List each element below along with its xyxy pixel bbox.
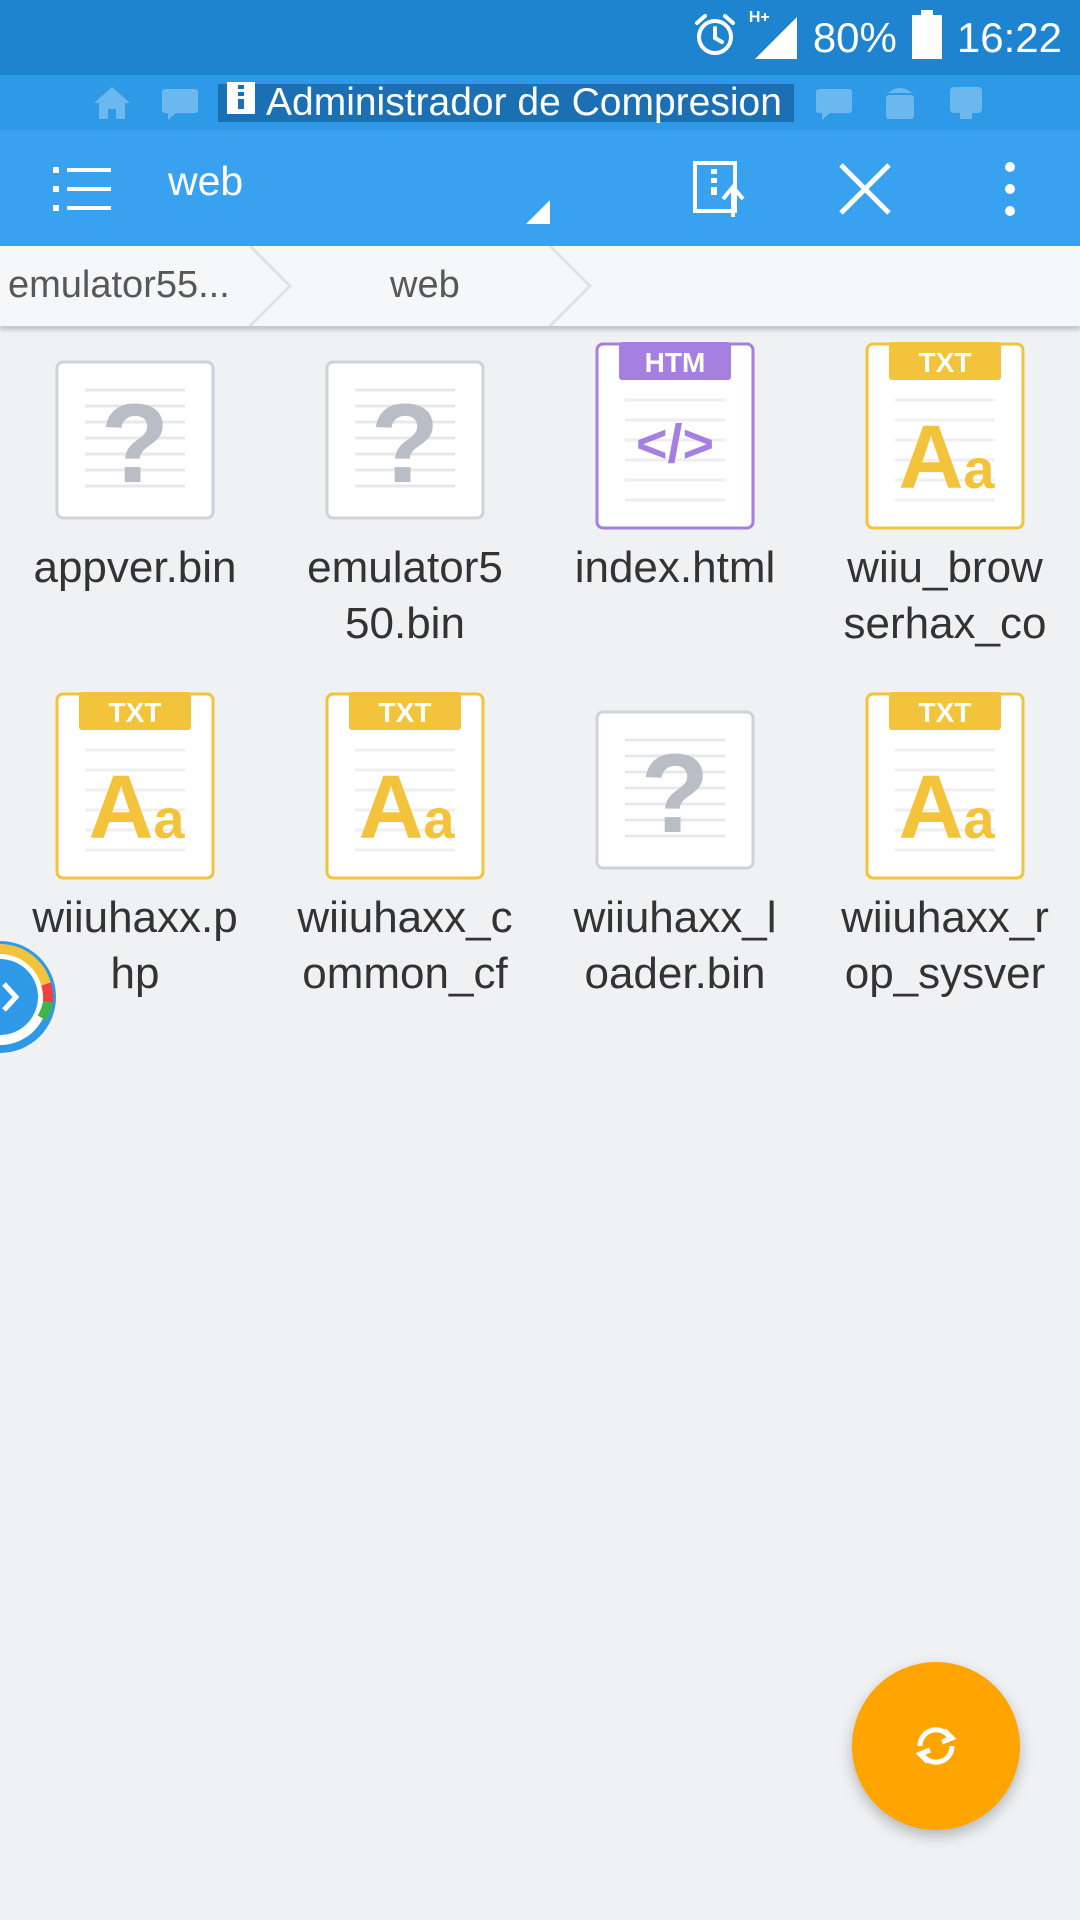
file-item[interactable]: TXT Aa wiiu_brow serhax_co: [810, 340, 1080, 670]
html-file-icon: HTM </>: [595, 340, 755, 530]
file-name-line-1: emulator5: [307, 543, 503, 592]
file-name-line-2: op_sysver: [844, 949, 1046, 998]
svg-text:a: a: [963, 787, 995, 850]
floating-widget[interactable]: [0, 932, 60, 1062]
status-icons: H+ 80% 16:22: [691, 0, 1062, 75]
tab-compression-manager[interactable]: Administrador de Compresion: [218, 81, 794, 125]
breadcrumb-chevron-icon: [248, 246, 293, 326]
zip-file-icon: [226, 81, 256, 125]
sd-card-tab-icon-2[interactable]: [814, 85, 854, 121]
file-name: index.html: [540, 540, 810, 596]
sd-card-tab-icon[interactable]: [160, 85, 200, 121]
extract-icon[interactable]: [684, 154, 754, 224]
file-name-line-1: wiiu_brow: [847, 543, 1043, 592]
svg-text:A: A: [899, 408, 964, 508]
network-type: H+: [748, 8, 770, 26]
unknown-file-icon: ?: [595, 690, 755, 880]
file-name-line-2: oader.bin: [584, 949, 766, 998]
file-name: wiiuhaxx_l oader.bin: [540, 890, 810, 1002]
unknown-file-icon: ?: [325, 340, 485, 530]
svg-text:a: a: [963, 437, 995, 500]
home-icon[interactable]: [92, 85, 132, 121]
text-file-icon: TXT Aa: [865, 340, 1025, 530]
signal-icon: H+: [749, 9, 799, 61]
text-file-icon: TXT Aa: [325, 690, 485, 880]
svg-text:TXT: TXT: [919, 347, 972, 378]
file-item[interactable]: TXT Aa wiiuhaxx_r op_sysver: [810, 690, 1080, 1020]
svg-text:?: ?: [371, 381, 439, 506]
battery-percent: 80%: [812, 13, 897, 61]
svg-text:a: a: [423, 787, 455, 850]
svg-text:?: ?: [641, 731, 709, 856]
file-name-line-1: wiiuhaxx_l: [573, 893, 777, 942]
file-item[interactable]: TXT Aa wiiuhaxx_c ommon_cf: [270, 690, 540, 1020]
network-tab-icon[interactable]: [946, 85, 986, 121]
svg-text:TXT: TXT: [109, 697, 162, 728]
text-file-icon: TXT Aa: [865, 690, 1025, 880]
close-icon[interactable]: [830, 154, 900, 224]
breadcrumb-item-emulator[interactable]: emulator55...: [8, 264, 230, 307]
window-tab-strip: Administrador de Compresion: [0, 75, 1080, 130]
alarm-icon: [691, 11, 739, 64]
file-item[interactable]: ? wiiuhaxx_l oader.bin: [540, 690, 810, 1020]
toolbar: web: [0, 130, 1080, 246]
file-item[interactable]: HTM </> index.html: [540, 340, 810, 670]
file-name-line-1: wiiuhaxx_c: [297, 893, 513, 942]
file-name-line-2: serhax_co: [843, 599, 1047, 648]
file-name-line-1: wiiuhaxx_r: [841, 893, 1049, 942]
svg-text:TXT: TXT: [919, 697, 972, 728]
refresh-fab[interactable]: [852, 1662, 1020, 1830]
svg-text:</>: </>: [636, 414, 714, 474]
unknown-file-icon: ?: [55, 340, 215, 530]
battery-icon: [911, 10, 943, 65]
more-options-icon[interactable]: [990, 154, 1030, 224]
svg-text:A: A: [89, 758, 154, 858]
status-bar: H+ 80% 16:22: [0, 0, 1080, 75]
breadcrumb-chevron-icon-2: [548, 246, 593, 326]
menu-icon[interactable]: [50, 156, 116, 222]
file-name-line-1: appver.bin: [33, 543, 237, 592]
svg-text:A: A: [359, 758, 424, 858]
file-name: wiiuhaxx_r op_sysver: [810, 890, 1080, 1002]
file-name-line-1: index.html: [574, 543, 776, 592]
file-name-line-2: ommon_cf: [302, 949, 508, 998]
clock: 16:22: [956, 13, 1062, 61]
current-folder-title[interactable]: web: [168, 158, 243, 205]
file-name: wiiu_brow serhax_co: [810, 540, 1080, 652]
svg-text:a: a: [153, 787, 185, 850]
file-name: appver.bin: [0, 540, 270, 596]
file-name: emulator5 50.bin: [270, 540, 540, 652]
file-item[interactable]: ? appver.bin: [0, 340, 270, 670]
svg-text:TXT: TXT: [379, 697, 432, 728]
android-icon[interactable]: [880, 85, 920, 121]
text-file-icon: TXT Aa: [55, 690, 215, 880]
svg-text:?: ?: [101, 381, 169, 506]
svg-text:A: A: [899, 758, 964, 858]
svg-text:HTM: HTM: [645, 347, 706, 378]
tab-title: Administrador de Compresion: [266, 81, 782, 124]
file-item[interactable]: ? emulator5 50.bin: [270, 340, 540, 670]
file-name: wiiuhaxx_c ommon_cf: [270, 890, 540, 1002]
refresh-icon: [915, 1727, 957, 1765]
breadcrumb: emulator55... web: [0, 246, 1080, 326]
dropdown-indicator-icon[interactable]: [526, 200, 550, 229]
file-name-line-2: 50.bin: [345, 599, 465, 648]
breadcrumb-item-web[interactable]: web: [390, 264, 460, 307]
